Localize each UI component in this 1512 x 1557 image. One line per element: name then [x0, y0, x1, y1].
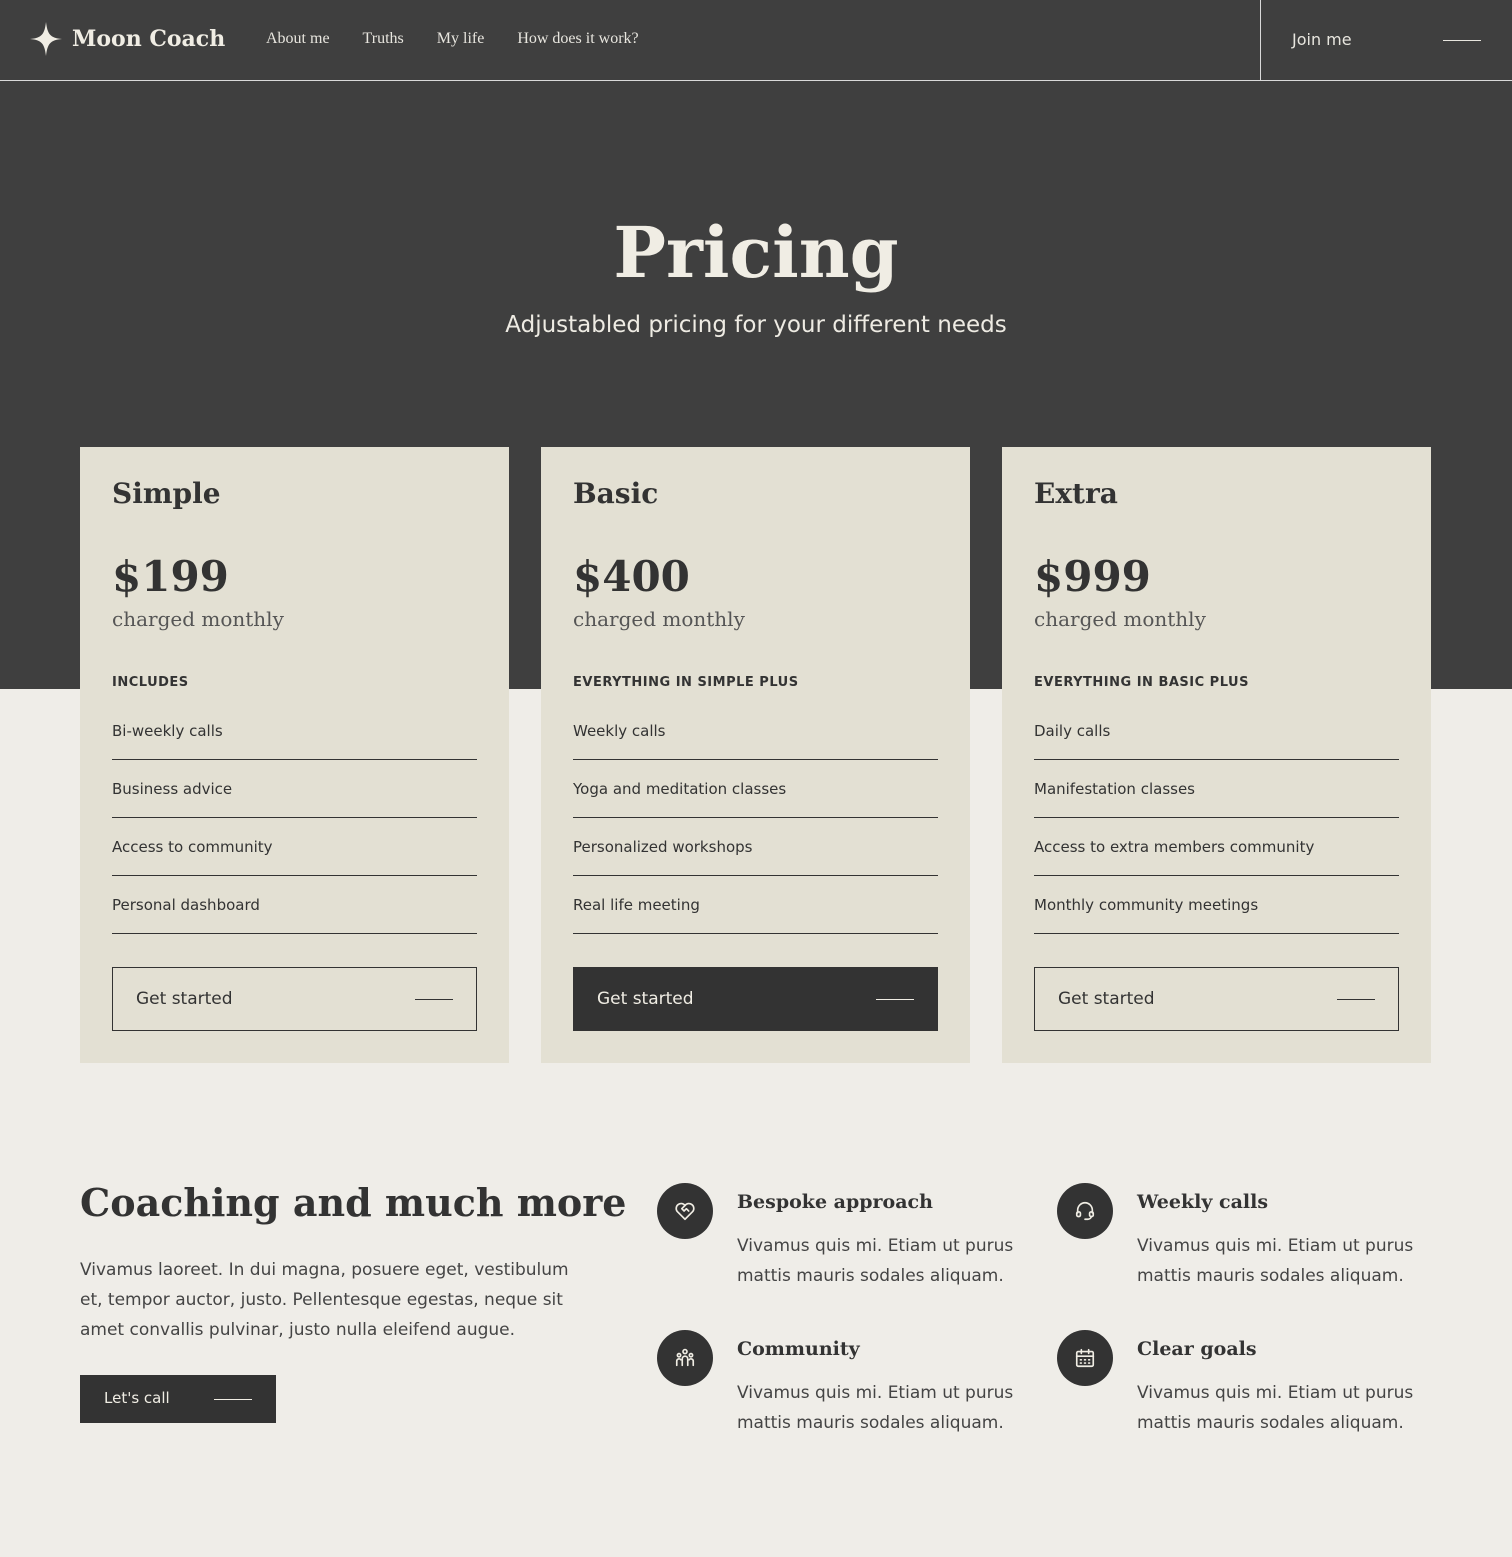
- plan-includes-label: EVERYTHING IN BASIC PLUS: [1034, 675, 1249, 690]
- plan-period: charged monthly: [1034, 607, 1206, 631]
- coaching-title: Coaching and much more: [80, 1180, 627, 1225]
- feature-item: Real life meeting: [573, 876, 938, 934]
- site-header: Moon Coach About me Truths My life How d…: [0, 0, 1512, 81]
- arrow-line-icon: [1443, 40, 1481, 41]
- plan-price: $400: [573, 552, 690, 601]
- feature-item: Yoga and meditation classes: [573, 760, 938, 818]
- arrow-line-icon: [876, 999, 914, 1000]
- get-started-button[interactable]: Get started: [573, 967, 938, 1031]
- plan-period: charged monthly: [573, 607, 745, 631]
- get-started-label: Get started: [136, 989, 233, 1009]
- nav-link-my-life[interactable]: My life: [437, 30, 485, 48]
- lets-call-label: Let's call: [104, 1389, 170, 1407]
- plan-price: $999: [1034, 552, 1151, 601]
- star-icon: [30, 22, 62, 56]
- join-me-label: Join me: [1292, 30, 1352, 49]
- feature-item: Personalized workshops: [573, 818, 938, 876]
- nav-link-about-me[interactable]: About me: [266, 30, 330, 48]
- plan-includes-label: INCLUDES: [112, 675, 189, 690]
- plan-card-simple: Simple $199 charged monthly INCLUDES Bi-…: [80, 447, 509, 1063]
- benefit-description: Vivamus quis mi. Etiam ut purus mattis m…: [1137, 1383, 1414, 1433]
- logo[interactable]: Moon Coach: [30, 22, 225, 56]
- plan-name: Simple: [112, 477, 221, 510]
- page-subtitle: Adjustabled pricing for your different n…: [505, 312, 1007, 338]
- coaching-description: Vivamus laoreet. In dui magna, posuere e…: [80, 1260, 569, 1340]
- feature-item: Monthly community meetings: [1034, 876, 1399, 934]
- benefit-title: Bespoke approach: [737, 1191, 933, 1213]
- get-started-label: Get started: [1058, 989, 1155, 1009]
- page-title: Pricing: [613, 211, 899, 294]
- feature-list: Daily calls Manifestation classes Access…: [1034, 702, 1399, 934]
- benefit-weekly-calls: Weekly calls Vivamus quis mi. Etiam ut p…: [1057, 1183, 1417, 1303]
- join-me-button[interactable]: Join me: [1260, 0, 1512, 80]
- heart-handshake-icon: [657, 1183, 713, 1239]
- benefit-title: Community: [737, 1338, 860, 1360]
- lets-call-button[interactable]: Let's call: [80, 1375, 276, 1423]
- benefit-description: Vivamus quis mi. Etiam ut purus mattis m…: [737, 1383, 1014, 1433]
- people-icon: [657, 1330, 713, 1386]
- benefit-title: Clear goals: [1137, 1338, 1257, 1360]
- plan-name: Basic: [573, 477, 659, 510]
- benefit-description: Vivamus quis mi. Etiam ut purus mattis m…: [1137, 1236, 1414, 1286]
- get-started-button[interactable]: Get started: [112, 967, 477, 1031]
- benefit-title: Weekly calls: [1137, 1191, 1269, 1213]
- arrow-line-icon: [214, 1399, 252, 1400]
- get-started-label: Get started: [597, 989, 694, 1009]
- feature-item: Access to community: [112, 818, 477, 876]
- feature-list: Bi-weekly calls Business advice Access t…: [112, 702, 477, 934]
- nav-link-how-it-works[interactable]: How does it work?: [517, 30, 638, 48]
- feature-item: Access to extra members community: [1034, 818, 1399, 876]
- main-nav: About me Truths My life How does it work…: [266, 30, 639, 48]
- plan-name: Extra: [1034, 477, 1118, 510]
- benefit-bespoke-approach: Bespoke approach Vivamus quis mi. Etiam …: [657, 1183, 1017, 1303]
- benefit-description: Vivamus quis mi. Etiam ut purus mattis m…: [737, 1236, 1014, 1286]
- plan-card-basic: Basic $400 charged monthly EVERYTHING IN…: [541, 447, 970, 1063]
- benefit-community: Community Vivamus quis mi. Etiam ut puru…: [657, 1330, 1017, 1450]
- feature-item: Business advice: [112, 760, 477, 818]
- brand-name: Moon Coach: [72, 26, 226, 52]
- benefit-clear-goals: Clear goals Vivamus quis mi. Etiam ut pu…: [1057, 1330, 1417, 1450]
- feature-item: Weekly calls: [573, 702, 938, 760]
- feature-item: Daily calls: [1034, 702, 1399, 760]
- arrow-line-icon: [1337, 999, 1375, 1000]
- arrow-line-icon: [415, 999, 453, 1000]
- headset-icon: [1057, 1183, 1113, 1239]
- nav-link-truths[interactable]: Truths: [363, 30, 404, 48]
- calendar-icon: [1057, 1330, 1113, 1386]
- plan-period: charged monthly: [112, 607, 284, 631]
- get-started-button[interactable]: Get started: [1034, 967, 1399, 1031]
- plan-card-extra: Extra $999 charged monthly EVERYTHING IN…: [1002, 447, 1431, 1063]
- plan-price: $199: [112, 552, 229, 601]
- feature-list: Weekly calls Yoga and meditation classes…: [573, 702, 938, 934]
- feature-item: Manifestation classes: [1034, 760, 1399, 818]
- feature-item: Bi-weekly calls: [112, 702, 477, 760]
- plan-includes-label: EVERYTHING IN SIMPLE PLUS: [573, 675, 799, 690]
- feature-item: Personal dashboard: [112, 876, 477, 934]
